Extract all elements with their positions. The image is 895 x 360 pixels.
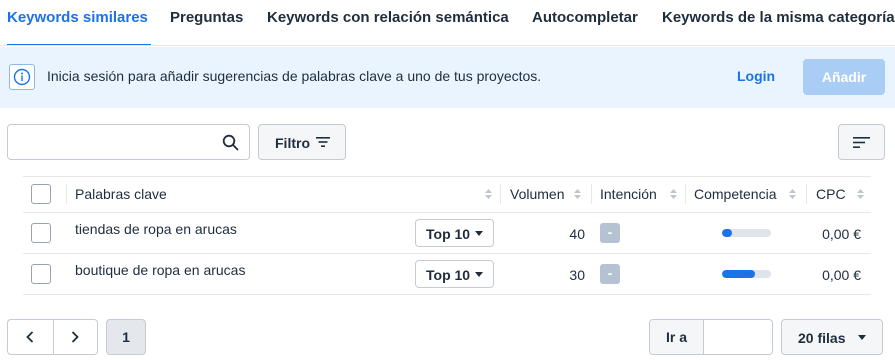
info-icon <box>9 64 35 90</box>
header-cpc[interactable]: CPC <box>816 176 846 212</box>
top-serp-dropdown[interactable]: Top 10 <box>415 219 494 247</box>
column-divider <box>806 184 807 204</box>
login-link[interactable]: Login <box>737 68 775 84</box>
filter-button[interactable]: Filtro <box>258 124 346 160</box>
tab-keywords-misma-categoria[interactable]: Keywords de la misma categoría <box>662 0 895 45</box>
column-divider <box>500 184 501 204</box>
chevron-right-icon[interactable] <box>71 331 79 343</box>
filter-button-label: Filtro <box>275 135 310 151</box>
goto-page-input[interactable] <box>708 326 766 348</box>
login-banner: Inicia sesión para añadir sugerencias de… <box>0 47 895 108</box>
pager-arrows <box>7 319 98 355</box>
sort-arrows-icon[interactable] <box>485 189 492 199</box>
search-input[interactable] <box>16 131 216 153</box>
keyword-cell[interactable]: boutique de ropa en arucas <box>75 262 245 278</box>
volume-cell: 30 <box>569 267 585 283</box>
cpc-cell: 0,00 € <box>822 267 861 283</box>
keyword-cell[interactable]: tiendas de ropa en arucas <box>75 221 237 237</box>
goto-page-control: Ir a <box>649 319 773 355</box>
search-icon[interactable] <box>222 134 239 151</box>
tab-bar: Keywords similares Preguntas Keywords co… <box>0 0 895 46</box>
keywords-table: Palabras clave Volumen Intención Compete… <box>23 176 871 295</box>
top-serp-label: Top 10 <box>426 267 471 283</box>
sort-arrows-icon[interactable] <box>574 189 581 199</box>
caret-down-icon <box>475 272 483 277</box>
sort-arrows-icon[interactable] <box>670 189 677 199</box>
caret-down-icon <box>475 231 483 236</box>
competition-bar-fill <box>722 229 732 237</box>
search-field[interactable] <box>7 124 250 160</box>
add-button[interactable]: Añadir <box>803 59 885 95</box>
caret-down-icon <box>858 335 866 340</box>
column-divider <box>66 184 67 204</box>
column-divider <box>685 184 686 204</box>
tab-autocompletar[interactable]: Autocompletar <box>532 0 638 45</box>
row-divider <box>23 253 871 254</box>
top-serp-dropdown[interactable]: Top 10 <box>415 260 494 288</box>
chevron-left-icon[interactable] <box>26 331 34 343</box>
row-checkbox[interactable] <box>31 223 51 243</box>
tab-keywords-similares[interactable]: Keywords similares <box>7 0 151 45</box>
header-competition[interactable]: Competencia <box>694 176 777 212</box>
sort-arrows-icon[interactable] <box>789 189 796 199</box>
header-divider <box>23 212 871 213</box>
rows-per-page-label: 20 filas <box>798 330 846 346</box>
cpc-cell: 0,00 € <box>822 226 861 242</box>
header-volume[interactable]: Volumen <box>510 176 564 212</box>
competition-bar <box>722 270 771 278</box>
header-keyword[interactable]: Palabras clave <box>75 176 167 212</box>
sort-arrows-icon[interactable] <box>857 189 864 199</box>
select-all-checkbox[interactable] <box>31 184 51 204</box>
competition-bar-fill <box>722 270 756 278</box>
tab-keywords-relacion-semantica[interactable]: Keywords con relación semántica <box>267 0 509 45</box>
sort-lines-icon <box>853 137 870 148</box>
header-intent[interactable]: Intención <box>600 176 657 212</box>
top-serp-label: Top 10 <box>426 226 471 242</box>
banner-message: Inicia sesión para añadir sugerencias de… <box>47 68 542 84</box>
column-divider <box>591 184 592 204</box>
row-checkbox[interactable] <box>31 264 51 284</box>
sort-button[interactable] <box>838 124 885 160</box>
goto-label: Ir a <box>650 320 704 354</box>
rows-per-page-dropdown[interactable]: 20 filas <box>781 319 883 355</box>
tab-preguntas[interactable]: Preguntas <box>170 0 243 45</box>
filter-icon <box>316 137 330 147</box>
pager-divider <box>53 320 54 354</box>
table-bottom-border <box>23 294 871 295</box>
intent-badge: - <box>600 223 620 243</box>
volume-cell: 40 <box>569 226 585 242</box>
intent-badge: - <box>600 264 620 284</box>
page-button-current[interactable]: 1 <box>106 319 146 355</box>
competition-bar <box>722 229 771 237</box>
